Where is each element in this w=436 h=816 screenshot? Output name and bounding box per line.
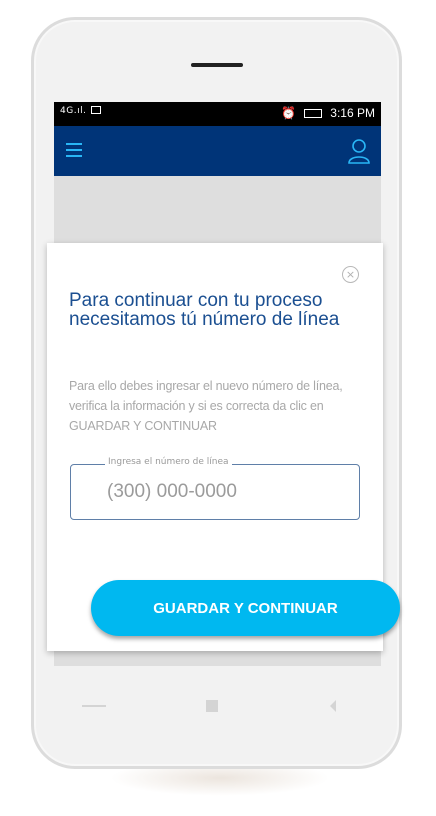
nav-back-button[interactable] xyxy=(82,705,106,707)
status-time: 3:16 PM xyxy=(330,106,375,120)
close-icon[interactable]: × xyxy=(342,266,359,283)
image-notification-icon xyxy=(91,106,102,114)
signal-indicator: 4G xyxy=(60,106,74,116)
phone-speaker xyxy=(191,63,243,67)
save-and-continue-label: GUARDAR Y CONTINUAR xyxy=(153,599,338,617)
modal-description: Para ello debes ingresar el nuevo número… xyxy=(69,379,343,433)
alarm-icon: ⏰ xyxy=(281,106,297,120)
line-number-field[interactable]: Ingresa el número de línea xyxy=(70,457,379,520)
status-bar: 4G.ıl. ⏰ 3:16 PM xyxy=(54,102,381,126)
app-bar xyxy=(54,126,381,176)
modal-title: Para continuar con tu proceso necesitamo… xyxy=(69,290,340,330)
user-icon[interactable] xyxy=(347,138,371,164)
status-left: 4G.ıl. xyxy=(60,106,102,116)
hamburger-menu-icon[interactable] xyxy=(66,143,82,157)
save-and-continue-button[interactable]: GUARDAR Y CONTINUAR xyxy=(91,580,400,636)
signal-bars-icon: .ıl. xyxy=(73,106,87,116)
battery-icon xyxy=(304,108,323,118)
status-right: ⏰ 3:16 PM xyxy=(281,106,375,120)
nav-home-button[interactable] xyxy=(206,700,218,712)
nav-recent-button[interactable] xyxy=(330,700,336,712)
line-number-field-label: Ingresa el número de línea xyxy=(105,457,232,467)
line-number-input[interactable] xyxy=(79,475,379,509)
